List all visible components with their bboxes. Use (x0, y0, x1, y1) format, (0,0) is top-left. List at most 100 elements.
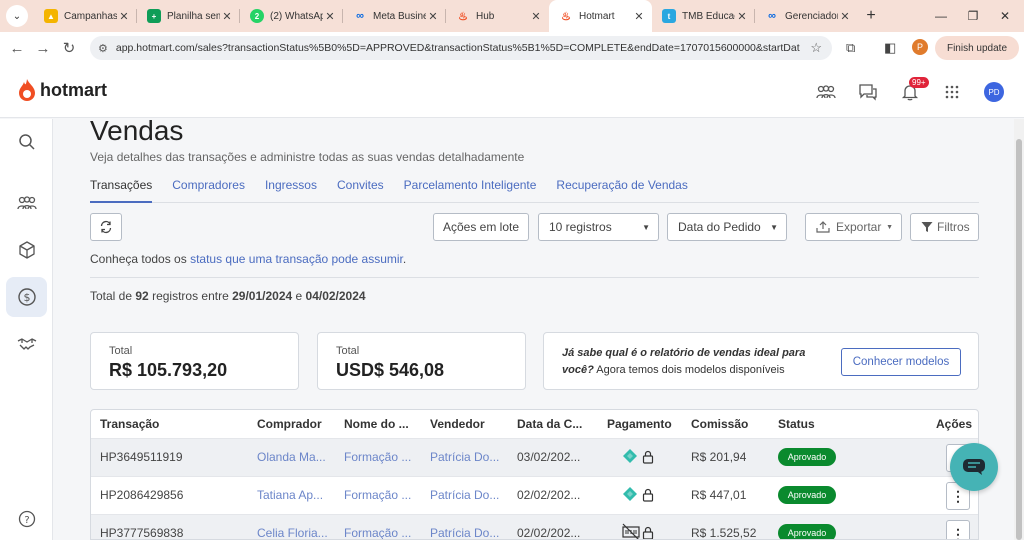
browser-tab[interactable]: + Planilha sem ✕ (137, 0, 240, 32)
messages-icon[interactable] (857, 82, 879, 102)
product-link[interactable]: Formação ... (344, 488, 414, 502)
user-avatar[interactable]: PD (984, 82, 1004, 102)
column-header[interactable]: Status (778, 417, 815, 431)
apps-grid-icon[interactable] (941, 82, 963, 102)
filters-button[interactable]: Filtros (910, 213, 979, 241)
card-value: USD$ 546,08 (336, 360, 445, 380)
profile-avatar[interactable]: P (912, 39, 928, 55)
seller-link[interactable]: Patrícia Do... (430, 450, 502, 464)
tab-title: Hotmart (579, 10, 615, 22)
restore-icon[interactable]: ❐ (958, 0, 988, 32)
filter-icon (921, 222, 933, 232)
column-header[interactable]: Data da C... (517, 417, 582, 431)
hotmart-logo[interactable]: hotmart (18, 78, 107, 102)
close-tab-icon[interactable]: ✕ (426, 10, 440, 23)
product-link[interactable]: Formação ... (344, 526, 414, 539)
products-box-icon[interactable] (6, 230, 47, 270)
address-bar[interactable]: ⚙ app.hotmart.com/sales?transactionStatu… (90, 36, 832, 60)
back-icon[interactable]: ← (4, 40, 30, 57)
help-icon[interactable]: ? (6, 499, 47, 539)
page-title: Vendas (90, 115, 184, 146)
records-count: 92 (135, 289, 149, 303)
buyer-link[interactable]: Celia Floria... (257, 526, 329, 539)
export-icon (816, 221, 830, 233)
community-icon[interactable] (815, 82, 837, 102)
tab-parcelamento-inteligente[interactable]: Parcelamento Inteligente (404, 177, 557, 203)
tab-compradores[interactable]: Compradores (172, 177, 265, 203)
browser-tab-active[interactable]: ♨ Hotmart ✕ (549, 0, 652, 32)
browser-tab[interactable]: ▲ Campanhas ✕ (34, 0, 137, 32)
close-tab-icon[interactable]: ✕ (735, 10, 749, 23)
new-tab-icon[interactable]: + (858, 7, 884, 25)
transaction-id[interactable]: HP3777569838 (100, 526, 183, 539)
date-type-select[interactable]: Data do Pedido ▼ (667, 213, 787, 241)
hotmart-icon: ♨ (561, 10, 571, 23)
column-header[interactable]: Nome do ... (344, 417, 409, 431)
tab-recuperacao-de-vendas[interactable]: Recuperação de Vendas (556, 177, 707, 203)
transaction-id[interactable]: HP2086429856 (100, 488, 183, 502)
column-header[interactable]: Transação (100, 417, 159, 431)
close-tab-icon[interactable]: ✕ (529, 10, 543, 23)
reload-icon[interactable]: ↻ (56, 39, 82, 57)
hotmart-icon: ♨ (458, 10, 468, 23)
sales-dollar-icon[interactable]: $ (6, 277, 47, 317)
app-header: hotmart (0, 64, 1024, 118)
browser-tab[interactable]: t TMB Educaç ✕ (652, 0, 755, 32)
know-models-button[interactable]: Conhecer modelos (841, 348, 961, 376)
search-icon[interactable] (6, 122, 47, 162)
card-label: Total (109, 345, 133, 357)
seller-link[interactable]: Patrícia Do... (430, 526, 502, 539)
column-header[interactable]: Comprador (257, 417, 322, 431)
seller-link[interactable]: Patrícia Do... (430, 488, 502, 502)
table-row[interactable]: HP3777569838 Celia Floria... Formação ..… (91, 514, 978, 539)
close-tab-icon[interactable]: ✕ (838, 10, 852, 23)
browser-tab[interactable]: 2 (2) WhatsApp✕ (240, 0, 343, 32)
close-tab-icon[interactable]: ✕ (220, 10, 234, 23)
table-row[interactable]: HP2086429856 Tatiana Ap... Formação ... … (91, 476, 978, 514)
buyer-link[interactable]: Tatiana Ap... (257, 488, 329, 502)
table-row[interactable]: HP3649511919 Olanda Ma... Formação ... P… (91, 438, 978, 476)
product-link[interactable]: Formação ... (344, 450, 414, 464)
buyer-link[interactable]: Olanda Ma... (257, 450, 329, 464)
finish-update-button[interactable]: Finish update (935, 36, 1019, 60)
boleto-icon (622, 523, 640, 539)
page-scrollbar[interactable] (1014, 119, 1024, 540)
records-summary: Total de 92 registros entre 29/01/2024 e… (90, 289, 366, 303)
close-tab-icon[interactable]: ✕ (117, 10, 131, 23)
tab-transacoes[interactable]: Transações (90, 177, 153, 203)
date-type-value: Data do Pedido (678, 220, 761, 234)
side-panel-icon[interactable]: ◧ (884, 40, 896, 56)
tab-ingressos[interactable]: Ingressos (265, 177, 337, 203)
logo-text: hotmart (40, 79, 107, 100)
community-icon[interactable] (6, 183, 47, 223)
refresh-button[interactable] (90, 213, 122, 241)
bulk-actions-button[interactable]: Ações em lote (433, 213, 529, 241)
column-header[interactable]: Comissão (691, 417, 748, 431)
forward-icon[interactable]: → (30, 40, 56, 57)
close-tab-icon[interactable]: ✕ (632, 10, 646, 23)
row-actions-button[interactable]: ⋮ (946, 520, 970, 539)
close-tab-icon[interactable]: ✕ (323, 10, 337, 23)
tab-convites[interactable]: Convites (337, 177, 404, 203)
export-button[interactable]: Exportar ▼ (805, 213, 902, 241)
browser-tab[interactable]: ∞ Gerenciador ✕ (755, 0, 858, 32)
column-header[interactable]: Vendedor (430, 417, 485, 431)
partnerships-handshake-icon[interactable] (6, 324, 47, 364)
extensions-icon[interactable]: ⧉ (846, 40, 855, 56)
meta-icon: ∞ (768, 10, 776, 22)
column-header[interactable]: Pagamento (607, 417, 672, 431)
transaction-id[interactable]: HP3649511919 (100, 450, 183, 464)
site-info-icon[interactable]: ⚙ (98, 42, 108, 55)
tab-search-icon[interactable]: ⌄ (6, 5, 28, 27)
status-info-link[interactable]: status que uma transação pode assumir (190, 252, 403, 266)
browser-tab[interactable]: ♨ Hub ✕ (446, 0, 549, 32)
browser-tab[interactable]: ∞ Meta Busine ✕ (343, 0, 446, 32)
records-per-page-select[interactable]: 10 registros ▼ (538, 213, 659, 241)
support-chat-button[interactable] (950, 443, 998, 491)
browser-tab-strip: ⌄ ▲ Campanhas ✕ + Planilha sem ✕ 2 (2) WhatsA… (0, 0, 1024, 32)
bookmark-star-icon[interactable]: ☆ (810, 40, 822, 56)
status-badge: Aprovado (778, 486, 836, 504)
close-window-icon[interactable]: ✕ (990, 0, 1020, 32)
minimize-icon[interactable]: — (926, 0, 956, 32)
scrollbar-thumb[interactable] (1016, 139, 1022, 540)
